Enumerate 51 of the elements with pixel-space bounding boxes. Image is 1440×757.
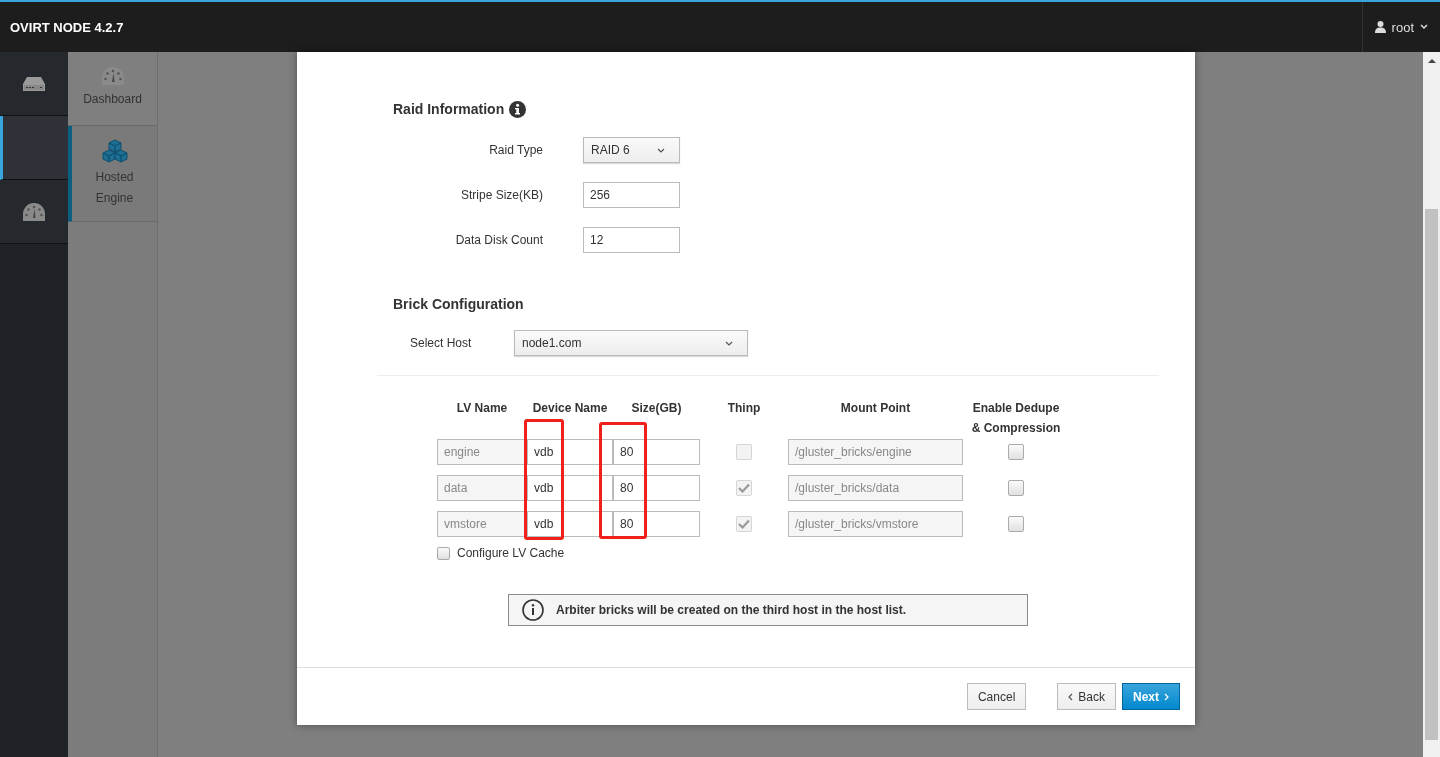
input-field[interactable]: vdb <box>527 439 613 465</box>
brand-title: OVIRT NODE 4.2.7 <box>10 19 124 35</box>
checkbox[interactable] <box>437 546 450 560</box>
chevron-left-icon <box>1068 692 1074 701</box>
cancel-button[interactable]: Cancel <box>966 683 1027 710</box>
field-label: Select Host <box>409 336 473 350</box>
column-header: Size(GB) <box>630 400 683 417</box>
nav-item[interactable] <box>0 52 68 116</box>
section-title: Raid Information <box>393 101 505 117</box>
dropdown[interactable]: node1.com <box>514 330 748 356</box>
input-field[interactable]: 80 <box>613 511 700 537</box>
chevron-down-icon <box>657 147 665 153</box>
field-label: Data Disk Count <box>454 233 543 247</box>
nav-item[interactable] <box>0 180 68 244</box>
column-header: LV Name <box>455 400 509 417</box>
field-label: Raid Type <box>488 143 543 157</box>
scroll-up-arrow-icon[interactable] <box>1427 58 1436 63</box>
back-button[interactable]: Back <box>1057 683 1116 710</box>
checkbox[interactable] <box>1008 516 1024 532</box>
checkbox[interactable] <box>1008 480 1024 496</box>
column-header: Device Name <box>531 400 609 417</box>
checkbox[interactable] <box>1008 444 1024 460</box>
chevron-down-icon <box>1420 24 1428 30</box>
input-field[interactable]: 80 <box>613 475 700 501</box>
nav-item[interactable] <box>0 116 68 180</box>
column-header: Mount Point <box>839 400 912 417</box>
cubes-icon <box>101 138 128 163</box>
section-title: Brick Configuration <box>393 296 524 312</box>
info-icon <box>522 599 544 621</box>
column-header: Enable Dedupe & Compression <box>970 400 1062 437</box>
input-field[interactable]: 12 <box>583 227 680 253</box>
column-header: Thinp <box>726 400 762 417</box>
checkbox[interactable] <box>736 480 752 496</box>
alert-text: Arbiter bricks will be created on the third host in the host list. <box>556 603 907 617</box>
input-field[interactable]: 256 <box>583 182 680 208</box>
checkbox-label: Configure LV Cache <box>457 546 565 560</box>
checkbox[interactable] <box>736 444 752 460</box>
scrollbar[interactable] <box>1423 52 1440 757</box>
input-field[interactable]: 80 <box>613 439 700 465</box>
info-icon <box>509 100 527 118</box>
gauge-icon <box>23 202 45 221</box>
input-field[interactable]: vdb <box>527 511 613 537</box>
chevron-down-icon <box>725 340 733 346</box>
input-field[interactable]: vdb <box>527 475 613 501</box>
server-icon <box>23 76 45 91</box>
gauge-icon <box>101 67 124 85</box>
user-icon <box>1374 21 1386 33</box>
checkbox[interactable] <box>736 516 752 532</box>
field-label: Stripe Size(KB) <box>459 188 543 202</box>
chevron-right-icon <box>1164 692 1169 701</box>
dropdown[interactable]: RAID 6 <box>583 137 680 163</box>
